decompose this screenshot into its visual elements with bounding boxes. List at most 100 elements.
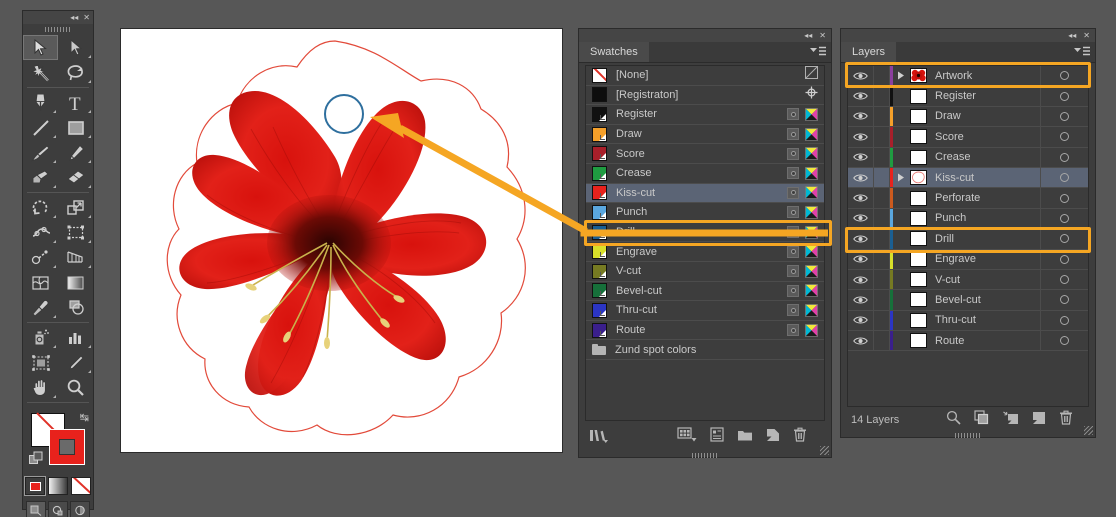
free-transform-tool[interactable]: [58, 220, 93, 245]
layer-visibility-toggle[interactable]: [848, 167, 874, 188]
slice-tool[interactable]: [58, 350, 93, 375]
layer-row[interactable]: Score: [848, 127, 1088, 148]
layer-target-indicator[interactable]: [1040, 331, 1088, 351]
layer-lock-toggle[interactable]: [874, 208, 890, 229]
layer-target-indicator[interactable]: [1040, 269, 1088, 290]
panel-menu-icon[interactable]: [810, 46, 826, 57]
scale-tool[interactable]: [58, 195, 93, 220]
layer-visibility-toggle[interactable]: [848, 331, 874, 351]
eyedropper-tool[interactable]: [23, 295, 58, 320]
swatch-row[interactable]: Route: [586, 321, 824, 341]
tab-layers[interactable]: Layers: [841, 42, 897, 62]
layer-visibility-toggle[interactable]: [848, 188, 874, 208]
collapse-icon[interactable]: ◂◂: [1068, 31, 1076, 40]
draw-normal-button[interactable]: [26, 501, 46, 517]
layer-lock-toggle[interactable]: [874, 188, 890, 208]
swatch-row[interactable]: Bevel-cut: [586, 282, 824, 302]
collapse-icon[interactable]: ◂◂: [70, 13, 78, 22]
layer-target-indicator[interactable]: [1040, 290, 1088, 310]
fill-color-swatch[interactable]: [49, 429, 85, 465]
resize-grip[interactable]: [1084, 426, 1093, 435]
layer-row[interactable]: V-cut: [848, 269, 1088, 291]
document-canvas[interactable]: [120, 28, 563, 453]
swatch-color-chip[interactable]: [592, 244, 607, 260]
layer-visibility-toggle[interactable]: [848, 208, 874, 229]
layer-row[interactable]: Draw: [848, 106, 1088, 128]
draw-behind-button[interactable]: [48, 501, 68, 517]
blob-brush-tool[interactable]: [23, 165, 58, 190]
locate-object-icon[interactable]: [946, 410, 961, 430]
layer-visibility-toggle[interactable]: [848, 106, 874, 127]
swatch-color-chip[interactable]: [592, 146, 607, 162]
swatch-row[interactable]: Register: [586, 105, 824, 125]
rotate-tool[interactable]: [23, 195, 58, 220]
swatch-color-chip[interactable]: [592, 126, 607, 142]
symbol-sprayer-tool[interactable]: [23, 325, 58, 350]
layer-expand-arrow[interactable]: [893, 173, 908, 182]
selection-tool[interactable]: [23, 35, 58, 60]
layer-lock-toggle[interactable]: [874, 310, 890, 331]
swatch-row[interactable]: Kiss-cut: [586, 183, 824, 204]
layer-target-indicator[interactable]: [1040, 127, 1088, 147]
close-icon[interactable]: ✕: [819, 31, 826, 40]
gradient-tool[interactable]: [58, 270, 93, 295]
perspective-grid-tool[interactable]: [58, 245, 93, 270]
swatch-color-chip[interactable]: [592, 283, 607, 299]
artboard-tool[interactable]: [23, 350, 58, 375]
rectangle-tool[interactable]: [58, 115, 93, 140]
blend-tool[interactable]: [58, 295, 93, 320]
width-tool[interactable]: [23, 220, 58, 245]
swatch-libraries-menu-icon[interactable]: [589, 427, 609, 448]
show-swatch-kinds-menu-icon[interactable]: [677, 427, 697, 447]
layer-lock-toggle[interactable]: [874, 331, 890, 351]
layer-visibility-toggle[interactable]: [848, 290, 874, 310]
layer-lock-toggle[interactable]: [874, 290, 890, 310]
layer-row[interactable]: Perforate: [848, 188, 1088, 209]
pen-tool[interactable]: [23, 90, 58, 115]
create-new-layer-icon[interactable]: [1032, 411, 1046, 430]
type-tool[interactable]: T: [58, 90, 93, 115]
gradient-fill-mode-button[interactable]: [48, 477, 68, 495]
tab-swatches[interactable]: Swatches: [579, 42, 649, 62]
layer-target-indicator[interactable]: [1040, 208, 1088, 229]
resize-grip[interactable]: [820, 446, 829, 455]
swatch-color-chip[interactable]: [592, 106, 607, 122]
hand-tool[interactable]: [23, 375, 58, 400]
tools-panel-grip[interactable]: [23, 24, 93, 35]
layer-target-indicator[interactable]: [1040, 86, 1088, 106]
layer-row[interactable]: Register: [848, 86, 1088, 107]
swatch-color-chip[interactable]: [592, 302, 607, 318]
layer-target-indicator[interactable]: [1040, 310, 1088, 331]
layer-row[interactable]: Crease: [848, 147, 1088, 168]
layer-visibility-toggle[interactable]: [848, 269, 874, 290]
layer-visibility-toggle[interactable]: [848, 310, 874, 331]
paintbrush-tool[interactable]: [23, 140, 58, 165]
panel-menu-icon[interactable]: [1074, 46, 1090, 57]
panel-drag-grip[interactable]: [955, 433, 981, 438]
swatch-row[interactable]: Zund spot colors: [586, 340, 824, 360]
collapse-icon[interactable]: ◂◂: [804, 31, 812, 40]
layer-visibility-toggle[interactable]: [848, 147, 874, 167]
swatch-row[interactable]: Crease: [586, 164, 824, 184]
layer-lock-toggle[interactable]: [874, 147, 890, 167]
layer-row[interactable]: Kiss-cut: [848, 167, 1088, 189]
direct-selection-tool[interactable]: [58, 35, 93, 60]
line-segment-tool[interactable]: [23, 115, 58, 140]
magic-wand-tool[interactable]: [23, 60, 58, 85]
make-clipping-mask-icon[interactable]: [974, 410, 989, 430]
swatch-row[interactable]: Thru-cut: [586, 301, 824, 321]
panel-drag-grip[interactable]: [692, 453, 718, 458]
delete-swatch-icon[interactable]: [793, 427, 807, 447]
swatch-color-chip[interactable]: [592, 263, 607, 279]
swatch-color-chip[interactable]: [592, 322, 607, 338]
swatch-color-chip[interactable]: [592, 204, 607, 220]
create-new-sublayer-icon[interactable]: [1002, 411, 1019, 430]
close-icon[interactable]: ✕: [83, 13, 90, 22]
column-graph-tool[interactable]: [58, 325, 93, 350]
layer-lock-toggle[interactable]: [874, 269, 890, 290]
swatch-color-chip[interactable]: [592, 185, 607, 201]
layer-target-indicator[interactable]: [1040, 106, 1088, 127]
layer-visibility-toggle[interactable]: [848, 127, 874, 147]
swatch-color-chip[interactable]: [592, 87, 607, 103]
swatch-row[interactable]: [None]: [586, 66, 824, 86]
